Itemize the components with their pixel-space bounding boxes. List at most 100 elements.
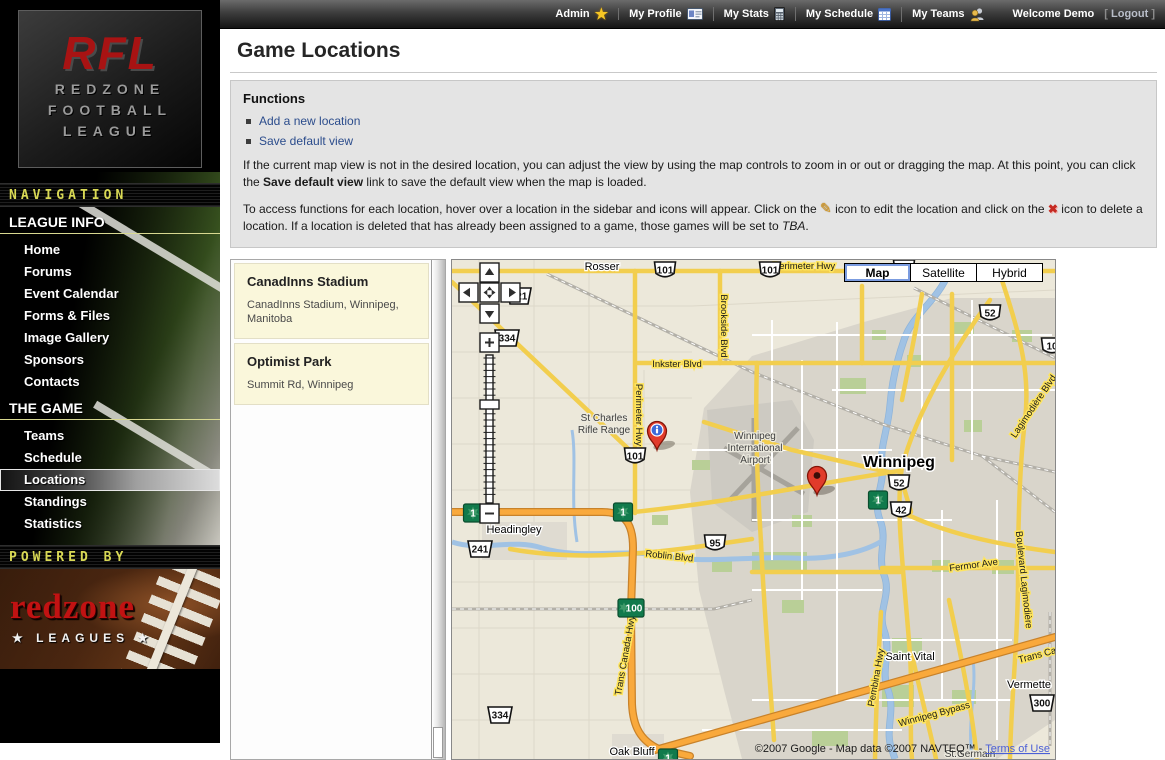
sidebar-item-event-calendar[interactable]: Event Calendar (0, 283, 220, 305)
zoom-slider-handle[interactable] (480, 400, 499, 409)
svg-text:95: 95 (709, 539, 721, 550)
svg-text:1: 1 (875, 496, 881, 507)
calendar-icon (878, 7, 891, 21)
page-title: Game Locations (230, 39, 1157, 73)
instr2-end: . (805, 219, 808, 233)
location-address: Summit Rd, Winnipeg (247, 378, 416, 392)
people-icon (970, 7, 985, 22)
edit-pencil-icon: ✎ (820, 200, 832, 216)
sidebar-item-teams[interactable]: Teams (0, 425, 220, 447)
map-type-hybrid[interactable]: Hybrid (976, 263, 1043, 282)
highway-shield-95: 95 (705, 535, 726, 550)
highway-shield-52: 52 (980, 305, 1001, 320)
sidebar-sections: LEAGUE INFOHomeForumsEvent CalendarForms… (0, 207, 220, 535)
svg-text:52: 52 (893, 479, 905, 490)
sidebar: RFL REDZONE FOOTBALL LEAGUE NAVIGATION L… (0, 0, 220, 743)
topbar: Admin ★ My Profile My Stats (220, 0, 1165, 29)
map-label: Oak Bluff (609, 746, 655, 758)
logout-bracket: [ (1104, 8, 1108, 20)
location-name: CanadInns Stadium (247, 274, 416, 289)
map-label: Rosser (585, 261, 620, 273)
highway-shield-10: 10 (1042, 338, 1056, 353)
pan-center-button[interactable] (480, 283, 499, 302)
highway-shield-1: 1 (659, 749, 678, 759)
map-label: Vermette (1007, 679, 1051, 691)
sidebar-item-sponsors[interactable]: Sponsors (0, 349, 220, 371)
functions-heading: Functions (243, 91, 1144, 106)
map-type-buttons: MapSatelliteHybrid (845, 263, 1043, 282)
locations-panel: CanadInns StadiumCanadInns Stadium, Winn… (230, 259, 446, 760)
instr2-p1: To access functions for each location, h… (243, 202, 820, 216)
sidebar-item-schedule[interactable]: Schedule (0, 447, 220, 469)
highway-shield-300: 300 (1030, 695, 1054, 711)
sidebar-item-image-gallery[interactable]: Image Gallery (0, 327, 220, 349)
topbar-my-profile[interactable]: My Profile (618, 8, 713, 20)
highway-shield-1: 1 (614, 503, 633, 521)
svg-text:334: 334 (492, 711, 509, 722)
logout-group: [ Logout ] (1104, 8, 1155, 20)
sidebar-item-home[interactable]: Home (0, 239, 220, 261)
map-type-satellite[interactable]: Satellite (910, 263, 977, 282)
instr1-bold: Save default view (263, 175, 363, 189)
tba-text: TBA (782, 219, 805, 233)
main-column: Admin ★ My Profile My Stats (220, 0, 1165, 743)
svg-text:300: 300 (1034, 699, 1051, 710)
instructions-paragraph-2: To access functions for each location, h… (243, 200, 1144, 235)
map-copyright: ©2007 Google - Map data ©2007 NAVTEQ™ - … (755, 743, 1050, 755)
locations-scrollbar[interactable] (431, 260, 445, 759)
map-label: Perimeter Hwy (633, 384, 644, 447)
svg-text:100: 100 (626, 604, 643, 615)
svg-text:1: 1 (620, 508, 626, 519)
highway-shield-101: 101 (760, 262, 781, 277)
sidebar-item-locations[interactable]: Locations (0, 469, 220, 491)
sidebar-item-forums[interactable]: Forums (0, 261, 220, 283)
map-label: Airport (740, 455, 770, 466)
map-canvas[interactable]: RosserHeadingleyOak BluffSaint VitalVerm… (451, 259, 1056, 760)
highway-shield-100: 100 (618, 599, 644, 617)
league-logo-line: LEAGUE (19, 121, 201, 142)
map-label: Rifle Range (578, 425, 631, 436)
topbar-admin[interactable]: Admin ★ (545, 8, 618, 20)
redzone-brand-name: redzone (10, 587, 135, 627)
delete-x-icon: ✖ (1048, 202, 1058, 216)
location-name: Optimist Park (247, 354, 416, 369)
topbar-my-teams-label: My Teams (912, 8, 964, 20)
topbar-my-stats[interactable]: My Stats (713, 7, 795, 21)
instructions-paragraph-1: If the current map view is not in the de… (243, 157, 1144, 191)
redzone-leagues-logo: redzone ★ LEAGUES ★ (0, 569, 220, 669)
svg-text:334: 334 (499, 334, 516, 345)
map-type-map[interactable]: Map (844, 263, 911, 282)
terms-of-use-link[interactable]: Terms of Use (985, 743, 1050, 755)
add-location-link[interactable]: Add a new location (259, 114, 360, 128)
logout-bracket: ] (1151, 8, 1155, 20)
locations-columns: CanadInns StadiumCanadInns Stadium, Winn… (230, 259, 1157, 760)
instr1-post: link to save the default view when the m… (363, 175, 647, 189)
league-logo-line: REDZONE (19, 79, 201, 100)
function-link-row: Save default view (243, 134, 1144, 148)
function-link-row: Add a new location (243, 114, 1144, 128)
sidebar-item-statistics[interactable]: Statistics (0, 513, 220, 535)
save-default-view-link[interactable]: Save default view (259, 134, 353, 148)
location-card[interactable]: CanadInns StadiumCanadInns Stadium, Winn… (234, 263, 429, 339)
map-label: Headingley (486, 524, 542, 536)
navigation-header: NAVIGATION (0, 183, 220, 207)
topbar-my-teams[interactable]: My Teams (901, 7, 994, 22)
svg-text:42: 42 (895, 506, 907, 517)
sidebar-item-contacts[interactable]: Contacts (0, 371, 220, 393)
league-logo-line: FOOTBALL (19, 100, 201, 121)
copyright-text: ©2007 Google - Map data ©2007 NAVTEQ™ - (755, 743, 985, 755)
logout-button[interactable]: Logout (1111, 8, 1148, 20)
topbar-my-schedule-label: My Schedule (806, 8, 873, 20)
topbar-my-schedule[interactable]: My Schedule (795, 7, 901, 21)
redzone-brand-sub: ★ LEAGUES ★ (12, 631, 153, 645)
svg-text:101: 101 (762, 266, 779, 277)
locations-list: CanadInns StadiumCanadInns Stadium, Winn… (234, 263, 429, 409)
sidebar-item-standings[interactable]: Standings (0, 491, 220, 513)
app-window: RFL REDZONE FOOTBALL LEAGUE NAVIGATION L… (0, 0, 1165, 743)
star-icon: ★ (595, 9, 608, 20)
map-label: Perimeter Hwy (773, 261, 836, 272)
map-label: International (727, 443, 782, 454)
svg-text:101: 101 (627, 452, 644, 463)
location-card[interactable]: Optimist Park Summit Rd, Winnipeg (234, 343, 429, 405)
sidebar-item-forms-files[interactable]: Forms & Files (0, 305, 220, 327)
